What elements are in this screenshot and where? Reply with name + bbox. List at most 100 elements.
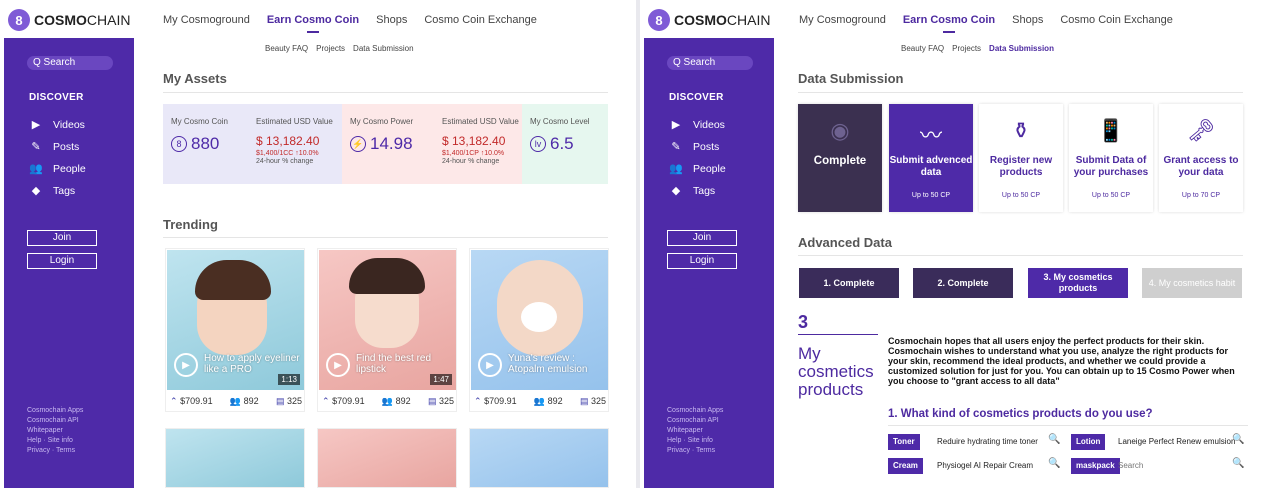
asset-cosmo-level: My Cosmo Level lv 6.5 [522, 104, 608, 184]
login-button[interactable]: Login [27, 253, 97, 269]
search-input[interactable]: Q Search [667, 56, 753, 70]
field-tag-maskpack: maskpack [1071, 458, 1120, 474]
footer-link-apps[interactable]: Cosmochain Apps [667, 406, 723, 416]
submission-card-complete[interactable]: ◉ Complete [798, 104, 882, 212]
sidebar-item-posts[interactable]: ✎ Posts [669, 140, 719, 154]
cream-field[interactable]: Physiogel AI Repair Cream [937, 458, 1033, 474]
sidebar-item-videos[interactable]: ▶ Videos [669, 118, 725, 132]
login-button[interactable]: Login [667, 253, 737, 269]
logo-text-2: CHAIN [86, 12, 131, 28]
search-icon[interactable]: 🔍 [1048, 434, 1060, 445]
subnav-data-submission[interactable]: Data Submission [989, 44, 1054, 53]
search-input[interactable]: Q Search [27, 56, 113, 70]
logo[interactable]: 8 COSMO CHAIN [648, 8, 770, 32]
nav-my-cosmoground[interactable]: My Cosmoground [799, 14, 886, 26]
video-title: Yuna's review : Atopalm emulsion [508, 353, 588, 375]
nav-earn-cosmo-coin[interactable]: Earn Cosmo Coin [267, 14, 359, 33]
subnav-beauty-faq[interactable]: Beauty FAQ [265, 44, 308, 53]
subnav-projects[interactable]: Projects [316, 44, 345, 53]
change-label: 24-hour % change [442, 158, 500, 165]
tag-icon: ◆ [31, 185, 41, 197]
nav-coin-exchange[interactable]: Cosmo Coin Exchange [424, 14, 537, 26]
subnav-beauty-faq[interactable]: Beauty FAQ [901, 44, 944, 53]
sidebar-item-label: Tags [53, 184, 76, 197]
card-cp: Up to 70 CP [1181, 192, 1221, 199]
footer-link-privacy[interactable]: Privacy · Terms [667, 446, 723, 456]
card-title: Submit Data of your purchases [1073, 155, 1149, 178]
video-card[interactable]: ▶ How to apply eyeliner like a PRO 1:13 … [165, 248, 305, 412]
foam-image [521, 302, 557, 332]
footer-link-apps[interactable]: Cosmochain Apps [27, 406, 83, 416]
nav-shops[interactable]: Shops [1012, 14, 1043, 26]
nav-earn-cosmo-coin[interactable]: Earn Cosmo Coin [903, 14, 995, 33]
footer-link-help[interactable]: Help · Site info [27, 436, 83, 446]
video-duration: 1:13 [278, 374, 300, 385]
asset-value: $ 13,182.40 [442, 134, 506, 148]
subnav-projects[interactable]: Projects [952, 44, 981, 53]
footer-link-help[interactable]: Help · Site info [667, 436, 723, 446]
sidebar-item-posts[interactable]: ✎ Posts [29, 140, 79, 154]
search-icon[interactable]: 🔍 [1232, 458, 1244, 469]
lotion-field[interactable]: Laneige Perfect Renew emulsion [1118, 434, 1235, 450]
user-icon: ◉ [830, 118, 850, 143]
search-icon[interactable]: 🔍 [1232, 434, 1244, 445]
footer-link-whitepaper[interactable]: Whitepaper [667, 426, 723, 436]
footer-link-privacy[interactable]: Privacy · Terms [27, 446, 83, 456]
nav-my-cosmoground[interactable]: My Cosmoground [163, 14, 250, 26]
footer-link-whitepaper[interactable]: Whitepaper [27, 426, 83, 436]
step-4[interactable]: 4. My cosmetics habit [1142, 268, 1242, 298]
submission-card-advanced[interactable]: 〰 Submit advenced data Up to 50 CP [889, 104, 973, 212]
submission-card-register[interactable]: ⚱ Register new products Up to 50 CP [979, 104, 1063, 212]
step-1[interactable]: 1. Complete [799, 268, 899, 298]
sub-nav: Beauty FAQ Projects Data Submission [265, 44, 422, 53]
play-icon[interactable]: ▶ [174, 353, 198, 377]
video-card[interactable]: ▶ Find the best red lipstick 1:47 ⌃ $709… [317, 248, 457, 412]
sidebar-item-tags[interactable]: ◆ Tags [29, 184, 76, 198]
people-count: 892 [395, 396, 411, 406]
join-button[interactable]: Join [667, 230, 737, 246]
footer-link-api[interactable]: Cosmochain API [27, 416, 83, 426]
asset-value: 14.98 [370, 134, 413, 153]
step-3[interactable]: 3. My cosmetics products [1028, 268, 1128, 298]
maskpack-search-input[interactable] [1118, 458, 1226, 474]
sidebar-item-people[interactable]: 👥 People [29, 162, 86, 176]
video-title: Find the best red lipstick [356, 353, 432, 375]
divider [798, 334, 878, 335]
divider [163, 92, 608, 93]
toner-field[interactable]: Reduire hydrating time toner [937, 434, 1038, 450]
video-card[interactable]: ▶ Yuna's review : Atopalm emulsion ⌃ $70… [469, 248, 609, 412]
card-cp: Up to 50 CP [1001, 192, 1041, 199]
advanced-data-title: Advanced Data [798, 235, 892, 250]
submission-card-grant[interactable]: 🗝 Grant access to your data Up to 70 CP [1159, 104, 1243, 212]
submission-card-purchases[interactable]: 📱 Submit Data of your purchases Up to 50… [1069, 104, 1153, 212]
logo-text-2: CHAIN [726, 12, 771, 28]
asset-usd-value: Estimated USD Value $ 13,182.40 $1,400/1… [248, 104, 342, 184]
join-button[interactable]: Join [27, 230, 97, 246]
video-card-partial[interactable] [317, 428, 457, 488]
nav-coin-exchange[interactable]: Cosmo Coin Exchange [1060, 14, 1173, 26]
video-card-partial[interactable] [165, 428, 305, 488]
subnav-data-submission[interactable]: Data Submission [353, 44, 413, 53]
chart-line-icon: 〰 [919, 123, 942, 148]
search-icon[interactable]: 🔍 [1048, 458, 1060, 469]
video-card-partial[interactable] [469, 428, 609, 488]
divider [798, 255, 1243, 256]
divider [163, 237, 608, 238]
question-heading: 1. What kind of cosmetics products do yo… [888, 408, 1153, 420]
sidebar-item-videos[interactable]: ▶ Videos [29, 118, 85, 132]
people-icon: 👥 [381, 396, 394, 406]
hair-image [195, 260, 271, 300]
sidebar-item-people[interactable]: 👥 People [669, 162, 726, 176]
play-icon[interactable]: ▶ [326, 353, 350, 377]
power-icon: ⚡ [350, 136, 366, 152]
asset-label: My Cosmo Coin [171, 117, 228, 126]
logo[interactable]: 8 COSMO CHAIN [8, 8, 130, 32]
asset-usd-value-2: Estimated USD Value $ 13,182.40 $1,400/1… [434, 104, 522, 184]
play-icon[interactable]: ▶ [478, 353, 502, 377]
step-2[interactable]: 2. Complete [913, 268, 1013, 298]
footer-link-api[interactable]: Cosmochain API [667, 416, 723, 426]
key-doc-icon: 🗝 [1187, 118, 1215, 143]
sidebar-item-tags[interactable]: ◆ Tags [669, 184, 715, 198]
asset-value: 6.5 [550, 134, 574, 153]
nav-shops[interactable]: Shops [376, 14, 407, 26]
